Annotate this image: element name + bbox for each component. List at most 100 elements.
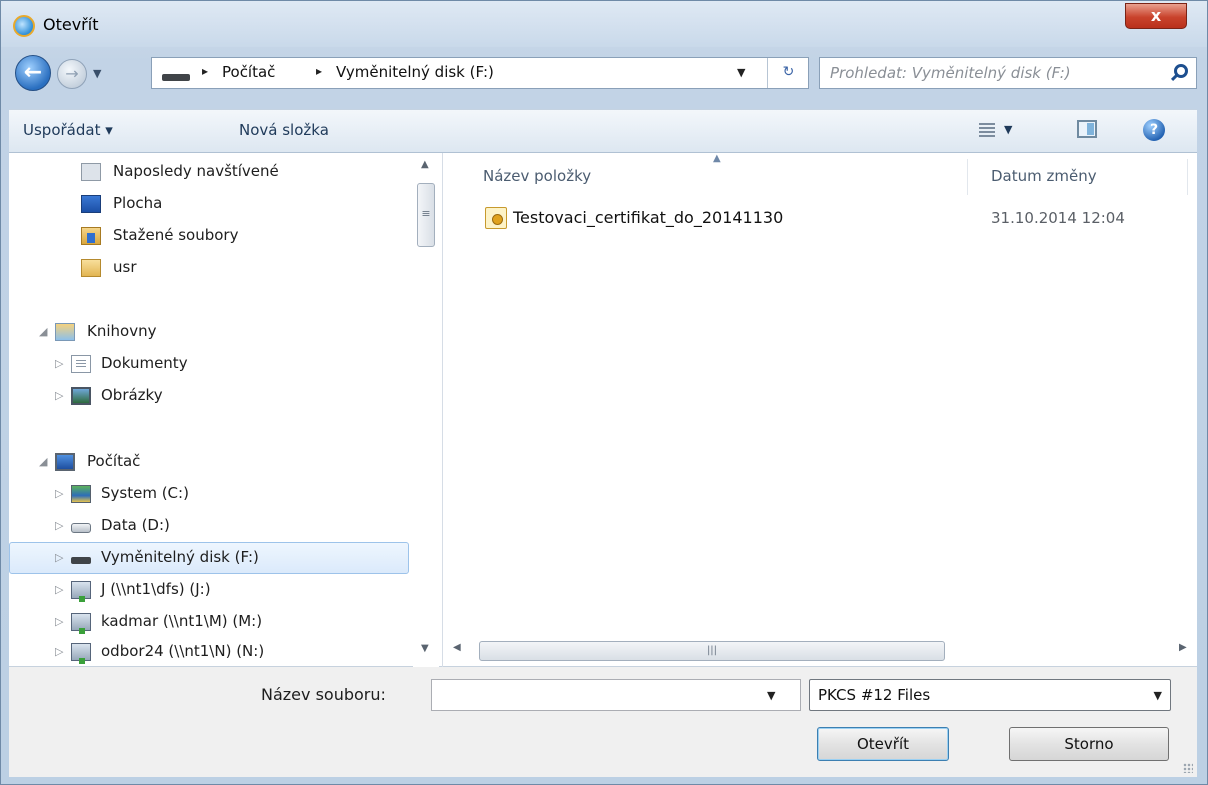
removable-drive-icon xyxy=(71,557,91,564)
search-placeholder[interactable]: Prohledat: Vyměnitelný disk (F:) xyxy=(830,64,1071,82)
view-dropdown-icon[interactable]: ▼ xyxy=(1004,123,1012,136)
close-button[interactable]: x xyxy=(1125,3,1187,29)
column-header-name[interactable]: Název položky xyxy=(483,167,591,185)
expand-arrow-icon[interactable]: ▷ xyxy=(55,357,63,370)
sidebar-item-downloads[interactable]: Stažené soubory xyxy=(9,221,409,253)
expand-arrow-icon[interactable]: ▷ xyxy=(55,519,63,532)
recent-places-icon xyxy=(81,163,101,181)
sidebar-item-network-j[interactable]: ▷ J (\\nt1\dfs) (J:) xyxy=(9,575,409,607)
filename-dropdown-icon[interactable]: ▼ xyxy=(767,689,775,702)
open-file-dialog: Otevřít x ← → ▼ ▸ Počítač ▸ Vyměnitelný … xyxy=(0,0,1208,785)
sidebar-item-computer[interactable]: ◢ Počítač xyxy=(9,447,409,479)
navigation-scrollbar[interactable]: ▲ ≡ ▼ xyxy=(413,153,439,667)
new-folder-button[interactable]: Nová složka xyxy=(239,121,329,139)
forward-arrow-icon: → xyxy=(65,64,79,83)
preview-pane-icon[interactable] xyxy=(1077,120,1097,138)
sidebar-item-label: System (C:) xyxy=(101,484,189,502)
horizontal-scrollbar[interactable]: ◀ ||| ▶ xyxy=(445,639,1197,663)
forward-button[interactable]: → xyxy=(57,59,87,89)
folder-icon xyxy=(81,259,101,277)
search-box[interactable]: Prohledat: Vyměnitelný disk (F:) xyxy=(819,57,1197,89)
sidebar-item-label: Stažené soubory xyxy=(113,226,239,244)
back-button[interactable]: ← xyxy=(15,55,51,91)
breadcrumb-separator-icon[interactable]: ▸ xyxy=(202,64,208,78)
back-arrow-icon: ← xyxy=(23,60,43,85)
expand-arrow-icon[interactable]: ▷ xyxy=(55,645,63,658)
sidebar-item-removable-f[interactable]: ▷ Vyměnitelný disk (F:) xyxy=(9,542,409,574)
navigation-pane: Naposledy navštívené Plocha Stažené soub… xyxy=(9,153,443,667)
sort-ascending-icon: ▲ xyxy=(713,153,721,164)
breadcrumb-separator-icon[interactable]: ▸ xyxy=(316,64,322,78)
scroll-right-icon[interactable]: ▶ xyxy=(1179,642,1187,653)
internet-explorer-icon xyxy=(13,15,35,37)
expand-arrow-icon[interactable]: ▷ xyxy=(55,551,63,564)
sidebar-item-system-c[interactable]: ▷ System (C:) xyxy=(9,479,409,511)
filename-input[interactable] xyxy=(431,679,801,711)
refresh-icon: ↻ xyxy=(782,64,795,80)
sidebar-item-network-n[interactable]: ▷ odbor24 (\\nt1\N) (N:) xyxy=(9,637,409,669)
sidebar-item-network-m[interactable]: ▷ kadmar (\\nt1\M) (M:) xyxy=(9,607,409,639)
sidebar-item-label: J (\\nt1\dfs) (J:) xyxy=(101,580,211,598)
network-drive-icon xyxy=(71,581,91,602)
open-button[interactable]: Otevřít xyxy=(817,727,949,761)
help-icon[interactable]: ? xyxy=(1143,119,1165,141)
breadcrumb-removable-disk[interactable]: Vyměnitelný disk (F:) xyxy=(336,63,494,81)
expand-arrow-icon[interactable]: ▷ xyxy=(55,389,63,402)
resize-grip-icon[interactable] xyxy=(1183,763,1193,773)
column-divider[interactable] xyxy=(1187,159,1188,195)
sidebar-item-label: Plocha xyxy=(113,194,163,212)
sidebar-item-label: Počítač xyxy=(87,452,141,470)
libraries-icon xyxy=(55,323,75,341)
filetype-select[interactable]: PKCS #12 Files ▼ xyxy=(809,679,1171,711)
content-area: Naposledy navštívené Plocha Stažené soub… xyxy=(9,153,1197,667)
removable-drive-icon xyxy=(162,74,190,81)
scrollbar-thumb[interactable]: ≡ xyxy=(417,183,435,247)
sidebar-item-recent-places[interactable]: Naposledy navštívené xyxy=(9,157,409,189)
sidebar-item-label: Knihovny xyxy=(87,322,157,340)
sidebar-item-label: odbor24 (\\nt1\N) (N:) xyxy=(101,642,265,660)
expand-arrow-icon[interactable]: ▷ xyxy=(55,583,63,596)
sidebar-item-label: Obrázky xyxy=(101,386,163,404)
scrollbar-thumb[interactable]: ||| xyxy=(479,641,945,661)
expand-arrow-icon[interactable]: ▷ xyxy=(55,487,63,500)
sidebar-item-desktop[interactable]: Plocha xyxy=(9,189,409,221)
sidebar-item-libraries[interactable]: ◢ Knihovny xyxy=(9,317,409,349)
sidebar-item-pictures[interactable]: ▷ Obrázky xyxy=(9,381,409,413)
sidebar-item-documents[interactable]: ▷ Dokumenty xyxy=(9,349,409,381)
cancel-button[interactable]: Storno xyxy=(1009,727,1169,761)
file-row[interactable]: Testovaci_certifikat_do_20141130 31.10.2… xyxy=(481,203,1181,235)
search-icon[interactable] xyxy=(1174,64,1188,78)
sidebar-item-data-d[interactable]: ▷ Data (D:) xyxy=(9,511,409,543)
scroll-down-icon[interactable]: ▼ xyxy=(421,643,429,654)
collapse-arrow-icon[interactable]: ◢ xyxy=(39,325,47,338)
sidebar-item-label: Data (D:) xyxy=(101,516,170,534)
command-toolbar: Uspořádat ▾ Nová složka ▼ ? xyxy=(9,109,1197,153)
address-bar[interactable]: ▸ Počítač ▸ Vyměnitelný disk (F:) ▼ ↻ xyxy=(151,57,809,89)
expand-arrow-icon[interactable]: ▷ xyxy=(55,615,63,628)
scroll-left-icon[interactable]: ◀ xyxy=(453,642,461,653)
history-dropdown-icon[interactable]: ▼ xyxy=(93,67,101,80)
filename-label: Název souboru: xyxy=(261,685,386,704)
window-title: Otevřít xyxy=(43,15,99,34)
sidebar-item-label: usr xyxy=(113,258,137,276)
title-bar: Otevřít x xyxy=(1,1,1207,47)
breadcrumb-computer[interactable]: Počítač xyxy=(222,63,275,81)
column-header-date[interactable]: Datum změny xyxy=(991,167,1097,185)
scroll-up-icon[interactable]: ▲ xyxy=(421,159,429,170)
desktop-icon xyxy=(81,195,101,213)
sidebar-item-usr[interactable]: usr xyxy=(9,253,409,285)
collapse-arrow-icon[interactable]: ◢ xyxy=(39,455,47,468)
file-date-modified: 31.10.2014 12:04 xyxy=(991,209,1125,227)
computer-icon xyxy=(55,453,75,471)
navigation-bar: ← → ▼ ▸ Počítač ▸ Vyměnitelný disk (F:) … xyxy=(1,49,1207,95)
filetype-value: PKCS #12 Files xyxy=(818,686,931,704)
column-divider[interactable] xyxy=(967,159,968,195)
documents-icon xyxy=(71,355,91,373)
dialog-footer: Název souboru: ▼ PKCS #12 Files ▼ Otevří… xyxy=(9,667,1197,777)
address-dropdown-icon[interactable]: ▼ xyxy=(737,66,745,79)
refresh-button[interactable]: ↻ xyxy=(767,58,809,88)
change-view-icon[interactable] xyxy=(979,123,995,137)
organize-menu[interactable]: Uspořádat ▾ xyxy=(23,121,113,139)
sidebar-item-label: Vyměnitelný disk (F:) xyxy=(101,548,259,566)
network-drive-icon xyxy=(71,643,91,664)
